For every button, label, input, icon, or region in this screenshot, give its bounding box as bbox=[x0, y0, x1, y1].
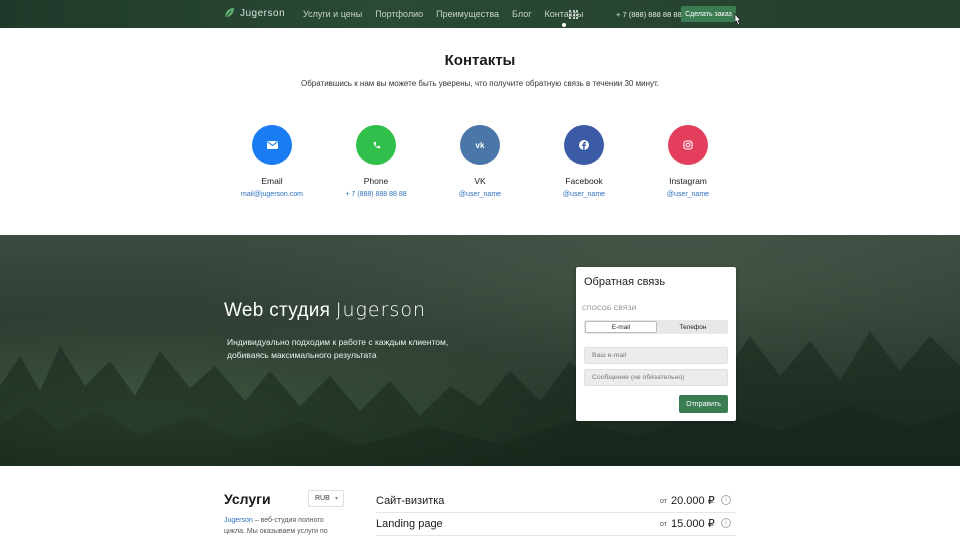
facebook-icon bbox=[564, 125, 604, 165]
apps-grid-icon[interactable] bbox=[569, 10, 578, 19]
contact-label: Email bbox=[261, 176, 283, 186]
top-navbar: Jugerson Услуги и цены Портфолио Преимущ… bbox=[0, 0, 960, 28]
contacts-subtitle: Обратившись к нам вы можете быть уверены… bbox=[301, 79, 659, 88]
currency-select[interactable]: RUB ▾ bbox=[308, 490, 344, 507]
info-icon[interactable]: i bbox=[721, 495, 731, 505]
chevron-down-icon: ▾ bbox=[334, 496, 338, 502]
brand-name: Jugerson bbox=[240, 7, 286, 19]
contact-method-label: СПОСОБ СВЯЗИ bbox=[582, 305, 637, 312]
service-name: Landing page bbox=[376, 518, 443, 530]
leaf-icon bbox=[224, 8, 234, 19]
hero-description: Индивидуально подходим к работе с каждым… bbox=[227, 337, 449, 360]
mouse-cursor-icon bbox=[734, 13, 742, 26]
feedback-title: Обратная связь bbox=[584, 276, 666, 288]
active-indicator bbox=[561, 23, 566, 27]
phone-icon bbox=[356, 125, 396, 165]
forest-background-image bbox=[0, 331, 960, 466]
contact-value[interactable]: @user_name bbox=[534, 191, 634, 198]
contacts-title: Контакты bbox=[444, 52, 516, 69]
nav-item-advantages[interactable]: Преимущества bbox=[436, 9, 499, 19]
main-menu: Услуги и цены Портфолио Преимущества Бло… bbox=[303, 9, 583, 27]
hero-section bbox=[0, 235, 960, 466]
vk-icon: vk bbox=[460, 125, 500, 165]
hero-title-brand: Jugerson bbox=[335, 299, 426, 321]
header-phone[interactable]: + 7 (888) 888 88 88 bbox=[616, 10, 682, 19]
services-brand-link[interactable]: Jugerson bbox=[224, 517, 253, 524]
service-row[interactable]: Landing page от 15.000 ₽ i bbox=[376, 514, 736, 536]
service-price: 15.000 ₽ bbox=[671, 518, 715, 530]
contact-value[interactable]: mail@jugerson.com bbox=[222, 191, 322, 198]
tab-email[interactable]: E-mail bbox=[585, 321, 657, 333]
logo[interactable]: Jugerson bbox=[223, 7, 285, 19]
hero-title-prefix: Web студия bbox=[224, 300, 331, 321]
contact-email[interactable]: Email mail@jugerson.com bbox=[222, 125, 322, 198]
order-button[interactable]: Сделать заказ bbox=[681, 6, 736, 22]
contact-value[interactable]: @user_name bbox=[430, 191, 530, 198]
nav-item-blog[interactable]: Блог bbox=[512, 9, 531, 19]
service-name: Сайт-визитка bbox=[376, 495, 445, 507]
contact-label: Instagram bbox=[669, 176, 707, 186]
currency-value: RUB bbox=[315, 495, 330, 502]
services-title: Услуги bbox=[224, 491, 271, 507]
nav-item-portfolio[interactable]: Портфолио bbox=[375, 9, 423, 19]
contact-label: Phone bbox=[363, 176, 389, 186]
services-description: Jugerson – веб-студия полного цикла. Мы … bbox=[224, 515, 334, 537]
service-from: от bbox=[660, 498, 667, 505]
contact-value[interactable]: + 7 (888) 888 88 88 bbox=[326, 191, 426, 198]
contact-label: VK bbox=[474, 176, 486, 186]
service-row[interactable]: Сайт-визитка от 20.000 ₽ i bbox=[376, 491, 736, 513]
email-field[interactable]: Ваш e-mail bbox=[584, 347, 728, 364]
contact-label: Facebook bbox=[565, 176, 603, 186]
contact-facebook[interactable]: Facebook @user_name bbox=[534, 125, 634, 198]
service-price: 20.000 ₽ bbox=[671, 495, 715, 507]
contact-phone[interactable]: Phone + 7 (888) 888 88 88 bbox=[326, 125, 426, 198]
nav-item-services[interactable]: Услуги и цены bbox=[303, 9, 362, 19]
tab-phone[interactable]: Телефон bbox=[658, 320, 728, 334]
contact-instagram[interactable]: Instagram @user_name bbox=[638, 125, 738, 198]
contact-method-toggle: E-mail Телефон bbox=[584, 320, 728, 334]
info-icon[interactable]: i bbox=[721, 518, 731, 528]
feedback-form: Обратная связь СПОСОБ СВЯЗИ E-mail Телеф… bbox=[576, 267, 736, 421]
hero-title: Web студия Jugerson bbox=[224, 299, 426, 322]
email-icon bbox=[252, 125, 292, 165]
instagram-icon bbox=[668, 125, 708, 165]
message-field[interactable]: Сообщение (не обязательно) bbox=[584, 369, 728, 386]
submit-button[interactable]: Отправить bbox=[679, 395, 728, 413]
service-from: от bbox=[660, 521, 667, 528]
contact-vk[interactable]: vk VK @user_name bbox=[430, 125, 530, 198]
contact-value[interactable]: @user_name bbox=[638, 191, 738, 198]
